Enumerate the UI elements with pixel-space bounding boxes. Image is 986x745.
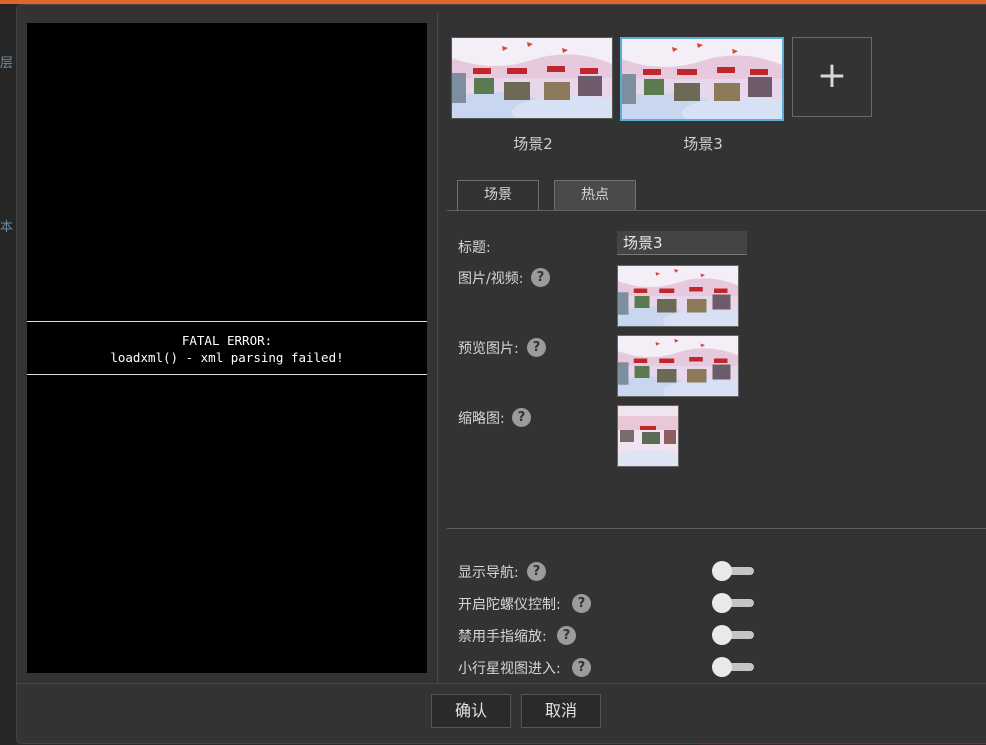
media-image-picker[interactable] xyxy=(617,265,739,327)
toggle-label-little-planet: 小行星视图进入: xyxy=(458,661,561,677)
thumbnail-image-picker[interactable] xyxy=(617,405,679,467)
section-divider xyxy=(447,528,986,529)
tab-underline xyxy=(447,210,986,211)
help-icon[interactable]: ? xyxy=(531,268,550,287)
title-input[interactable] xyxy=(617,231,747,255)
thumbnail-image xyxy=(618,406,678,466)
toggle-little-planet-entry[interactable] xyxy=(712,657,758,677)
tab-hotspot[interactable]: 热点 xyxy=(554,180,636,210)
toggle-show-navigation[interactable] xyxy=(712,561,758,581)
toggle-label-pinch-zoom: 禁用手指缩放: xyxy=(458,629,547,645)
preview-image-picker[interactable] xyxy=(617,335,739,397)
toggle-gyroscope-control[interactable] xyxy=(712,593,758,613)
panel-divider xyxy=(437,13,438,683)
toggle-disable-pinch-zoom[interactable] xyxy=(712,625,758,645)
tab-scene[interactable]: 场景 xyxy=(457,180,539,210)
error-detail: loadxml() - xml parsing failed! xyxy=(110,350,344,365)
help-icon[interactable]: ? xyxy=(557,626,576,645)
add-scene-button[interactable]: + xyxy=(792,37,872,117)
media-label: 图片/视频: xyxy=(458,271,524,287)
scene-preview-image xyxy=(622,39,782,119)
background-fragment-text: 层 xyxy=(0,56,14,71)
scene-thumbnail-scene2[interactable] xyxy=(451,37,613,119)
help-icon[interactable]: ? xyxy=(512,408,531,427)
footer-divider xyxy=(17,683,986,684)
scene-preview-image xyxy=(452,38,612,118)
scene-settings-dialog: FATAL ERROR: loadxml() - xml parsing fai… xyxy=(16,4,986,744)
panorama-viewer[interactable]: FATAL ERROR: loadxml() - xml parsing fai… xyxy=(27,23,427,673)
confirm-button[interactable]: 确认 xyxy=(431,694,511,728)
help-icon[interactable]: ? xyxy=(572,658,591,677)
thumbnail-label: 缩略图: xyxy=(458,411,505,427)
help-icon[interactable]: ? xyxy=(527,562,546,581)
toggle-label-navigation: 显示导航: xyxy=(458,565,519,581)
background-app-strip: 层 本 xyxy=(0,4,16,745)
scene-thumbnail-scene3[interactable] xyxy=(620,37,784,121)
scene-label: 场景3 xyxy=(683,135,723,153)
help-icon[interactable]: ? xyxy=(527,338,546,357)
error-title: FATAL ERROR: xyxy=(181,333,273,348)
preview-image xyxy=(618,336,738,396)
title-label: 标题: xyxy=(458,240,491,256)
media-image xyxy=(618,266,738,326)
help-icon[interactable]: ? xyxy=(572,594,591,613)
background-fragment-text: 本 xyxy=(0,220,14,235)
viewer-error-message: FATAL ERROR: loadxml() - xml parsing fai… xyxy=(27,321,427,375)
cancel-button[interactable]: 取消 xyxy=(521,694,601,728)
toggle-label-gyroscope: 开启陀螺仪控制: xyxy=(458,597,561,613)
preview-label: 预览图片: xyxy=(458,341,519,357)
scene-label: 场景2 xyxy=(513,135,553,153)
